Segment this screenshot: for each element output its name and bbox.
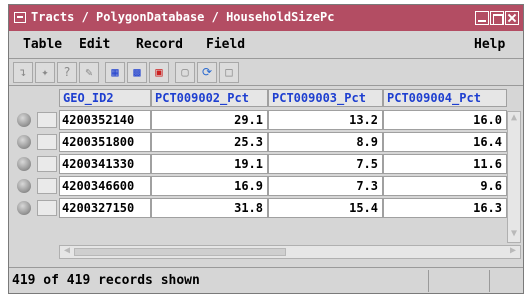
cell-pct009002[interactable]: 31.8: [151, 198, 268, 218]
column-header-pct009003[interactable]: PCT009003_Pct: [268, 89, 383, 107]
horizontal-scroll-thumb[interactable]: [74, 248, 286, 256]
row-radio-icon[interactable]: [17, 157, 31, 171]
single-record-icon[interactable]: ↴: [13, 62, 33, 83]
title-bar[interactable]: Tracts / PolygonDatabase / HouseholdSize…: [9, 5, 523, 31]
cell-pct009004[interactable]: 16.3: [383, 198, 507, 218]
table-row[interactable]: 4200341330 19.1 7.5 11.6: [9, 153, 509, 175]
cell-geo-id2[interactable]: 4200351800: [59, 132, 151, 152]
cell-geo-id2[interactable]: 4200327150: [59, 198, 151, 218]
row-radio-icon[interactable]: [17, 135, 31, 149]
cell-pct009004[interactable]: 11.6: [383, 154, 507, 174]
edit-icon[interactable]: ✎: [79, 62, 99, 83]
row-checkbox[interactable]: [37, 134, 57, 150]
record-count-status: 419 of 419 records shown: [12, 273, 200, 288]
data-table: GEO_ID2 PCT009002_Pct PCT009003_Pct PCT0…: [9, 87, 523, 263]
table-row[interactable]: 4200327150 31.8 15.4 16.3: [9, 197, 509, 219]
row-checkbox[interactable]: [37, 178, 57, 194]
menu-record[interactable]: Record: [136, 37, 183, 52]
scroll-up-icon[interactable]: ▲: [509, 112, 519, 126]
column-header-pct009004[interactable]: PCT009004_Pct: [383, 89, 507, 107]
table-color-icon[interactable]: ▦: [105, 62, 125, 83]
window-title: Tracts / PolygonDatabase / HouseholdSize…: [31, 10, 335, 24]
scroll-down-icon[interactable]: ▼: [509, 228, 519, 242]
cell-pct009003[interactable]: 7.5: [268, 154, 383, 174]
menu-table[interactable]: Table: [23, 37, 62, 52]
menu-edit[interactable]: Edit: [79, 37, 110, 52]
cell-pct009003[interactable]: 7.3: [268, 176, 383, 196]
table-window: Tracts / PolygonDatabase / HouseholdSize…: [8, 4, 524, 294]
cell-pct009002[interactable]: 25.3: [151, 132, 268, 152]
horizontal-scrollbar[interactable]: ◀ ▶: [59, 245, 521, 259]
cell-geo-id2[interactable]: 4200346600: [59, 176, 151, 196]
table-row[interactable]: 4200346600 16.9 7.3 9.6: [9, 175, 509, 197]
maximize-icon[interactable]: [490, 11, 504, 25]
cell-pct009003[interactable]: 8.9: [268, 132, 383, 152]
table-row[interactable]: 4200351800 25.3 8.9 16.4: [9, 131, 509, 153]
cell-pct009004[interactable]: 16.4: [383, 132, 507, 152]
cell-pct009003[interactable]: 13.2: [268, 110, 383, 130]
save-icon[interactable]: ▢: [175, 62, 195, 83]
cell-geo-id2[interactable]: 4200341330: [59, 154, 151, 174]
table-row[interactable]: 4200352140 29.1 13.2 16.0: [9, 109, 509, 131]
scroll-left-icon[interactable]: ◀: [61, 245, 73, 257]
status-bar: 419 of 419 records shown: [9, 267, 523, 293]
row-checkbox[interactable]: [37, 200, 57, 216]
cell-pct009004[interactable]: 9.6: [383, 176, 507, 196]
row-radio-icon[interactable]: [17, 113, 31, 127]
row-checkbox[interactable]: [37, 156, 57, 172]
export-icon[interactable]: □: [219, 62, 239, 83]
cell-pct009002[interactable]: 19.1: [151, 154, 268, 174]
close-icon[interactable]: [505, 11, 519, 25]
cell-pct009002[interactable]: 29.1: [151, 110, 268, 130]
row-radio-icon[interactable]: [17, 201, 31, 215]
menu-bar: Table Edit Record Field Help: [9, 31, 523, 59]
menu-field[interactable]: Field: [206, 37, 245, 52]
vertical-scrollbar[interactable]: ▲ ▼: [507, 111, 521, 243]
refresh-icon[interactable]: ⟳: [197, 62, 217, 83]
help-query-icon[interactable]: ?: [57, 62, 77, 83]
menu-help[interactable]: Help: [474, 37, 505, 52]
table-all-icon[interactable]: ▣: [149, 62, 169, 83]
cell-pct009004[interactable]: 16.0: [383, 110, 507, 130]
row-radio-icon[interactable]: [17, 179, 31, 193]
minimize-icon[interactable]: [475, 11, 489, 25]
select-icon[interactable]: ✦: [35, 62, 55, 83]
column-header-pct009002[interactable]: PCT009002_Pct: [151, 89, 268, 107]
row-checkbox[interactable]: [37, 112, 57, 128]
column-header-geo-id2[interactable]: GEO_ID2: [59, 89, 151, 107]
cell-pct009003[interactable]: 15.4: [268, 198, 383, 218]
window-controls: [475, 11, 519, 25]
status-divider: [489, 270, 490, 292]
status-divider: [428, 270, 429, 292]
toolbar: ↴ ✦ ? ✎ ▦ ▩ ▣ ▢ ⟳ □: [9, 60, 523, 86]
table-select-icon[interactable]: ▩: [127, 62, 147, 83]
window-menu-icon[interactable]: [14, 12, 26, 23]
cell-geo-id2[interactable]: 4200352140: [59, 110, 151, 130]
scroll-right-icon[interactable]: ▶: [507, 245, 519, 257]
cell-pct009002[interactable]: 16.9: [151, 176, 268, 196]
